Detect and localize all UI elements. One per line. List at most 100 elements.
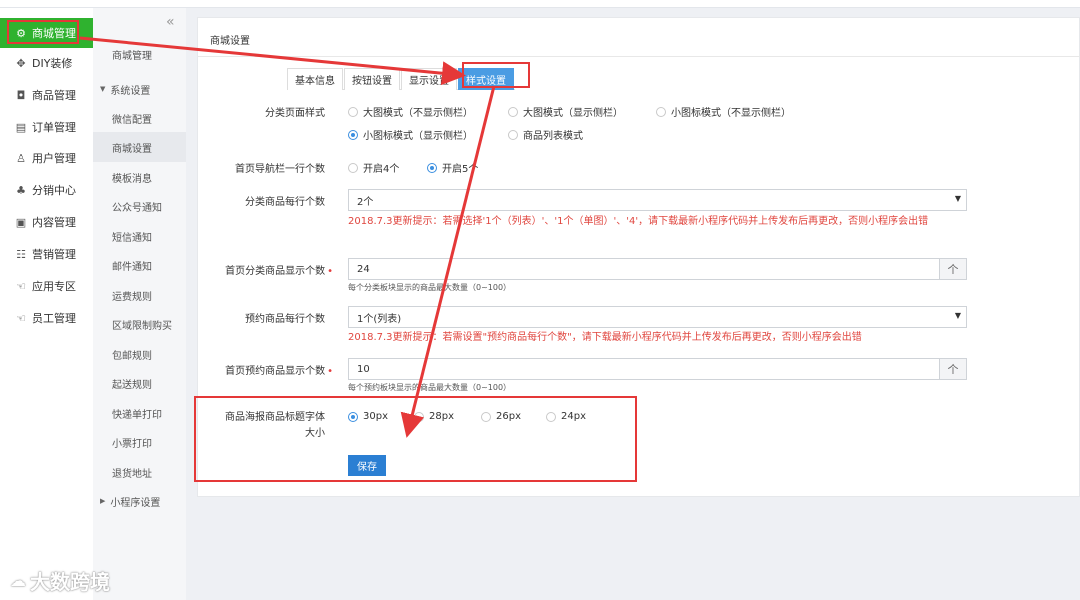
radio-category-large-no-sidebar[interactable]: 大图模式（不显示侧栏） bbox=[348, 104, 473, 119]
subnav-wechat-config[interactable]: 微信配置 bbox=[93, 103, 186, 133]
user-icon: ♙ bbox=[16, 151, 26, 165]
annotation-box-tab bbox=[462, 62, 530, 88]
sidebar-item-label: 应用专区 bbox=[32, 280, 76, 293]
sidebar-item-staff[interactable]: ☜ 员工管理 bbox=[0, 303, 93, 333]
sidebar-item-marketing[interactable]: ☷ 营销管理 bbox=[0, 239, 93, 269]
annotation-box-sidebar bbox=[7, 20, 79, 44]
booking-per-row-select[interactable]: 1个(列表) ▼ bbox=[348, 306, 967, 328]
radio-category-small-sidebar[interactable]: 小图标模式（显示侧栏） bbox=[348, 127, 473, 142]
category-goods-per-row-label: 分类商品每行个数 bbox=[245, 197, 325, 208]
watermark: ☁ 大数跨境 bbox=[10, 566, 110, 595]
subnav-label: 商城设置 bbox=[112, 143, 152, 155]
page-title: 商城设置 bbox=[210, 36, 250, 47]
subnav-label: 包邮规则 bbox=[112, 350, 152, 362]
radio-dot bbox=[427, 162, 437, 173]
radio-label: 小图标模式（不显示侧栏） bbox=[671, 108, 791, 119]
radio-nav-4[interactable]: 开启4个 bbox=[348, 160, 399, 175]
booking-per-row-warning: 2018.7.3更新提示：若需设置"预约商品每行个数"，请下载最新小程序代码并上… bbox=[348, 332, 862, 343]
subnav-free-shipping-rules[interactable]: 包邮规则 bbox=[93, 339, 186, 369]
radio-label: 大图模式（不显示侧栏） bbox=[363, 108, 473, 119]
radio-category-large-sidebar[interactable]: 大图模式（显示侧栏） bbox=[508, 104, 623, 119]
input-value: 10 bbox=[357, 363, 370, 375]
subnav-email-notice[interactable]: 邮件通知 bbox=[93, 250, 186, 280]
content-icon: ▣ bbox=[15, 215, 27, 229]
subnav-sms-notice[interactable]: 短信通知 bbox=[93, 221, 186, 251]
subnav-receipt-printing[interactable]: 小票打印 bbox=[93, 427, 186, 457]
subnav-label: 公众号通知 bbox=[112, 202, 162, 214]
subnav-label: 商城管理 bbox=[112, 50, 152, 62]
tab-basic-info[interactable]: 基本信息 bbox=[287, 68, 343, 90]
radio-label: 商品列表模式 bbox=[523, 131, 583, 142]
subnav-template-messages[interactable]: 模板消息 bbox=[93, 162, 186, 192]
home-booking-count-stepper[interactable]: 个 bbox=[939, 358, 967, 380]
subnav-shop-management[interactable]: 商城管理 bbox=[93, 39, 186, 69]
sidebar-item-label: 订单管理 bbox=[32, 121, 76, 134]
distribution-icon: ♣ bbox=[16, 183, 26, 197]
radio-nav-5[interactable]: 开启5个 bbox=[427, 160, 478, 175]
category-goods-per-row-select[interactable]: 2个 ▼ bbox=[348, 189, 967, 211]
required-mark: • bbox=[327, 266, 333, 277]
watermark-text: 大数跨境 bbox=[30, 570, 110, 594]
radio-label: 大图模式（显示侧栏） bbox=[523, 108, 623, 119]
sidebar-item-goods[interactable]: ◘ 商品管理 bbox=[0, 80, 93, 110]
subnav-label: 微信配置 bbox=[112, 114, 152, 126]
annotation-box-poster-font bbox=[194, 396, 637, 482]
bag-icon: ◘ bbox=[16, 88, 26, 102]
category-goods-warning: 2018.7.3更新提示：若需选择'1个（列表）'、'1个（单图）'、'4'，请… bbox=[348, 216, 929, 227]
sidebar-item-users[interactable]: ♙ 用户管理 bbox=[0, 143, 93, 173]
subnav-label: 短信通知 bbox=[112, 232, 152, 244]
subnav-region-restriction[interactable]: 区域限制购买 bbox=[93, 309, 186, 339]
sidebar-item-label: DIY装修 bbox=[32, 57, 73, 70]
sidebar-item-apps[interactable]: ☜ 应用专区 bbox=[0, 271, 93, 301]
top-bar bbox=[0, 0, 1080, 8]
sidebar-item-distribution[interactable]: ♣ 分销中心 bbox=[0, 175, 93, 205]
radio-dot bbox=[348, 129, 358, 140]
sidebar-item-content[interactable]: ▣ 内容管理 bbox=[0, 207, 93, 237]
radio-category-small-no-sidebar[interactable]: 小图标模式（不显示侧栏） bbox=[656, 104, 791, 119]
sidebar-item-diy[interactable]: ✥ DIY装修 bbox=[0, 48, 93, 78]
required-mark: • bbox=[327, 366, 333, 377]
home-booking-count-label: 首页预约商品显示个数 • bbox=[225, 366, 333, 377]
diy-icon: ✥ bbox=[16, 56, 26, 70]
subnav-min-order-rules[interactable]: 起送规则 bbox=[93, 368, 186, 398]
subnav-label: 退货地址 bbox=[112, 468, 152, 480]
subnav-label: 模板消息 bbox=[112, 173, 152, 185]
tab-display-settings[interactable]: 显示设置 bbox=[401, 68, 457, 90]
home-category-count-hint: 每个分类板块显示的商品最大数量（0~100） bbox=[348, 283, 512, 292]
secondary-sidebar: 商城管理 ▼ 系统设置 微信配置 商城设置 模板消息 公众号通知 短信通知 邮件通… bbox=[93, 8, 186, 600]
chevron-down-icon: ▼ bbox=[954, 311, 961, 320]
radio-category-list[interactable]: 商品列表模式 bbox=[508, 127, 583, 142]
radio-dot bbox=[508, 129, 518, 140]
tab-button-settings[interactable]: 按钮设置 bbox=[344, 68, 400, 90]
order-icon: ▤ bbox=[15, 120, 27, 134]
subnav-official-account-notice[interactable]: 公众号通知 bbox=[93, 191, 186, 221]
home-booking-count-input[interactable]: 10 bbox=[348, 358, 940, 380]
home-category-count-label: 首页分类商品显示个数 • bbox=[225, 266, 333, 277]
select-value: 2个 bbox=[357, 196, 374, 208]
radio-dot bbox=[348, 162, 358, 173]
subnav-group-miniprogram-settings[interactable]: ▶ 小程序设置 bbox=[93, 486, 186, 516]
subnav-label: 运费规则 bbox=[112, 291, 152, 303]
sidebar-item-label: 内容管理 bbox=[32, 216, 76, 229]
caret-down-icon: ▼ bbox=[100, 85, 106, 93]
select-value: 1个(列表) bbox=[357, 313, 402, 325]
collapse-sidebar-icon[interactable]: « bbox=[166, 14, 175, 30]
sidebar-item-orders[interactable]: ▤ 订单管理 bbox=[0, 112, 93, 142]
radio-label: 开启5个 bbox=[442, 164, 479, 175]
subnav-label: 小票打印 bbox=[112, 438, 152, 450]
subnav-shop-settings[interactable]: 商城设置 bbox=[93, 132, 186, 162]
subnav-return-address[interactable]: 退货地址 bbox=[93, 457, 186, 487]
subnav-group-system-settings[interactable]: ▼ 系统设置 bbox=[93, 74, 186, 104]
input-value: 24 bbox=[357, 263, 370, 275]
subnav-shipping-rules[interactable]: 运费规则 bbox=[93, 280, 186, 310]
home-category-count-stepper[interactable]: 个 bbox=[939, 258, 967, 280]
subnav-label: 系统设置 bbox=[110, 85, 151, 97]
radio-label: 小图标模式（显示侧栏） bbox=[363, 131, 473, 142]
nav-per-row-label: 首页导航栏一行个数 bbox=[235, 164, 325, 175]
home-category-count-input[interactable]: 24 bbox=[348, 258, 940, 280]
subnav-label: 区域限制购买 bbox=[112, 320, 172, 332]
caret-right-icon: ▶ bbox=[100, 497, 106, 505]
radio-label: 开启4个 bbox=[363, 164, 400, 175]
subnav-label: 快递单打印 bbox=[112, 409, 162, 421]
subnav-waybill-printing[interactable]: 快递单打印 bbox=[93, 398, 186, 428]
